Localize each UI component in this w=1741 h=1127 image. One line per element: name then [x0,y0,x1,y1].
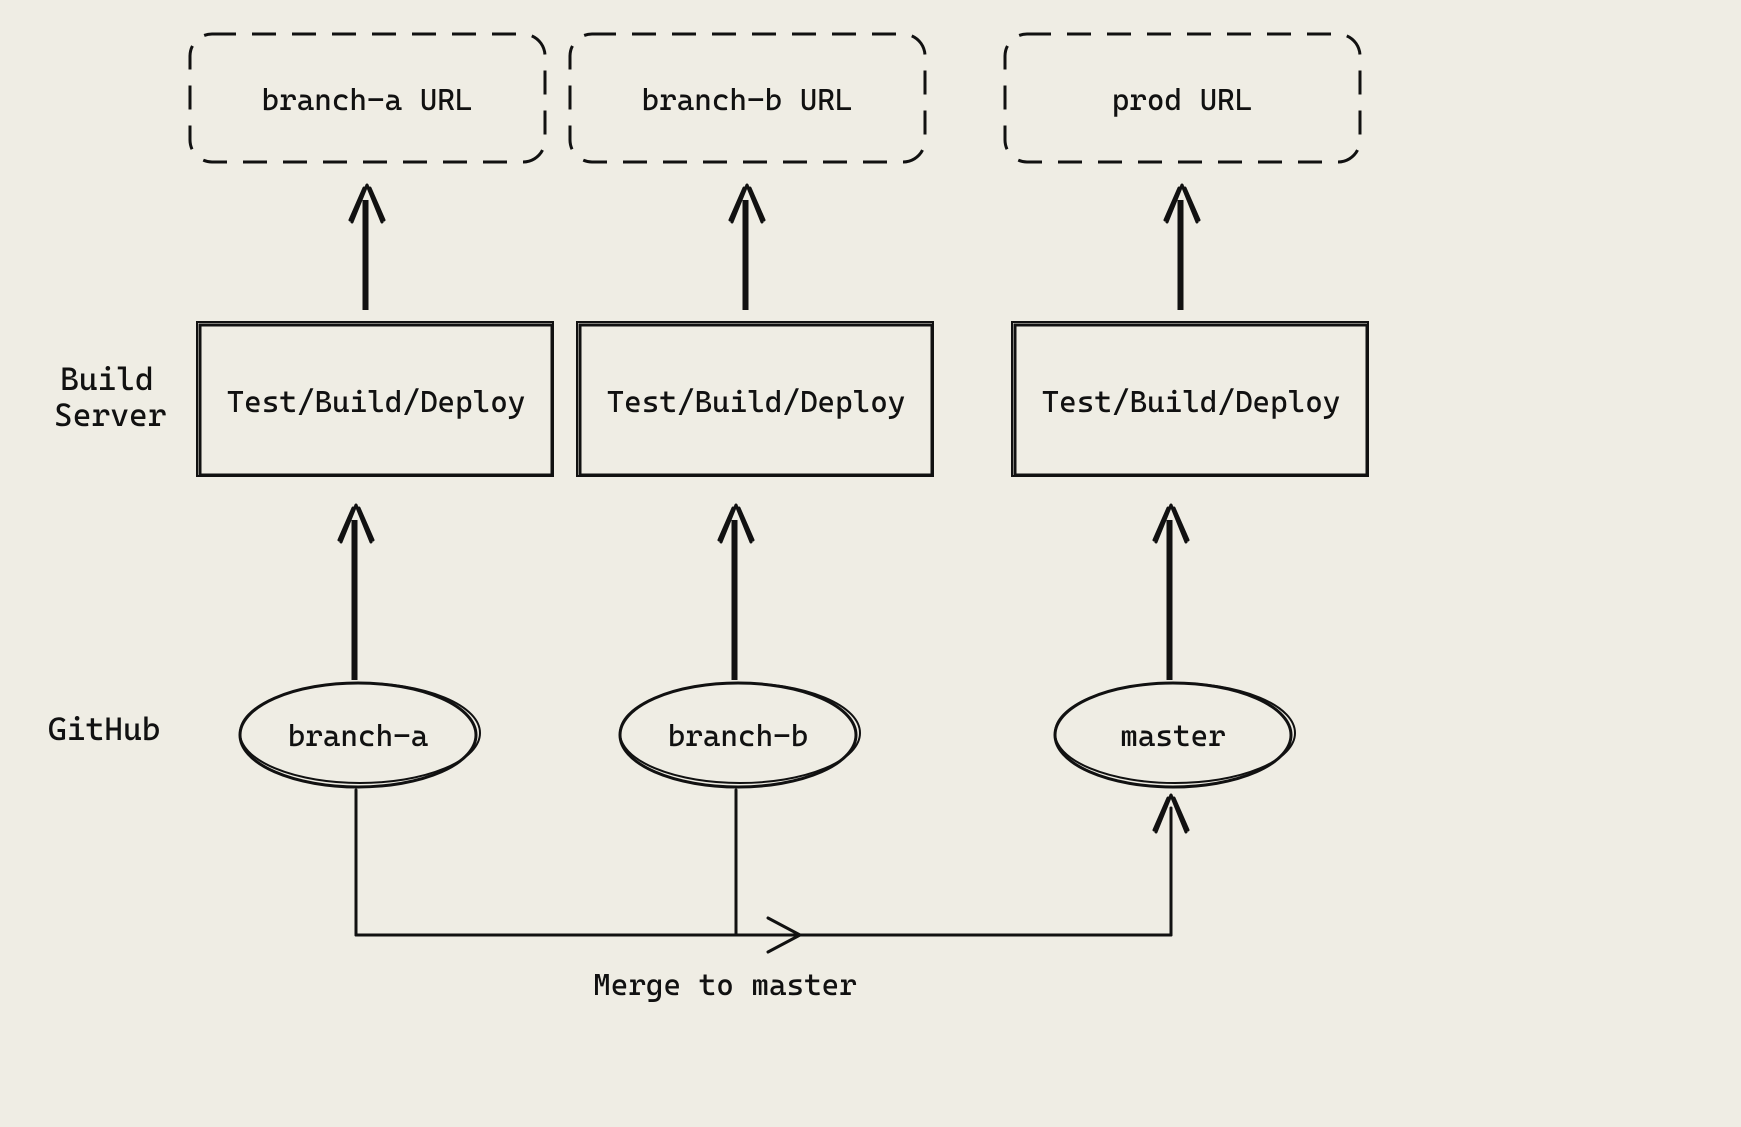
arrow-branch-to-build-0 [339,505,373,680]
url-box-2: prod URL [1005,34,1360,162]
build-label-2: Test/Build/Deploy [1042,385,1341,420]
diagram-canvas: Build Server GitHub branch-a URL branch-… [0,0,1741,1127]
branch-ellipse-2: master [1055,683,1295,787]
branch-label-2: master [1120,719,1225,754]
arrow-branch-to-build-2 [1154,505,1188,680]
build-box-0: Test/Build/Deploy [197,322,553,476]
arrow-build-to-url-0 [350,185,384,310]
url-box-0: branch-a URL [190,34,545,162]
merge-label: Merge to master [593,968,857,1003]
arrow-build-to-url-1 [730,185,764,310]
url-label-2: prod URL [1112,83,1253,118]
url-label-1: branch-b URL [642,83,853,118]
branch-label-1: branch-b [668,719,809,754]
branch-ellipse-0: branch-a [240,683,480,787]
build-label-0: Test/Build/Deploy [227,385,526,420]
row-label-github: GitHub [48,710,161,748]
build-label-1: Test/Build/Deploy [607,385,906,420]
build-box-1: Test/Build/Deploy [577,322,933,476]
branch-label-0: branch-a [288,719,429,754]
url-box-1: branch-b URL [570,34,925,162]
url-label-0: branch-a URL [262,83,473,118]
arrow-branch-to-build-1 [719,505,753,680]
arrow-build-to-url-2 [1165,185,1199,310]
build-box-2: Test/Build/Deploy [1012,322,1368,476]
row-label-build-server-line1: Build [60,360,154,398]
branch-ellipse-1: branch-b [620,683,860,787]
merge-path [356,790,1188,952]
row-label-build-server-line2: Server [54,396,167,434]
